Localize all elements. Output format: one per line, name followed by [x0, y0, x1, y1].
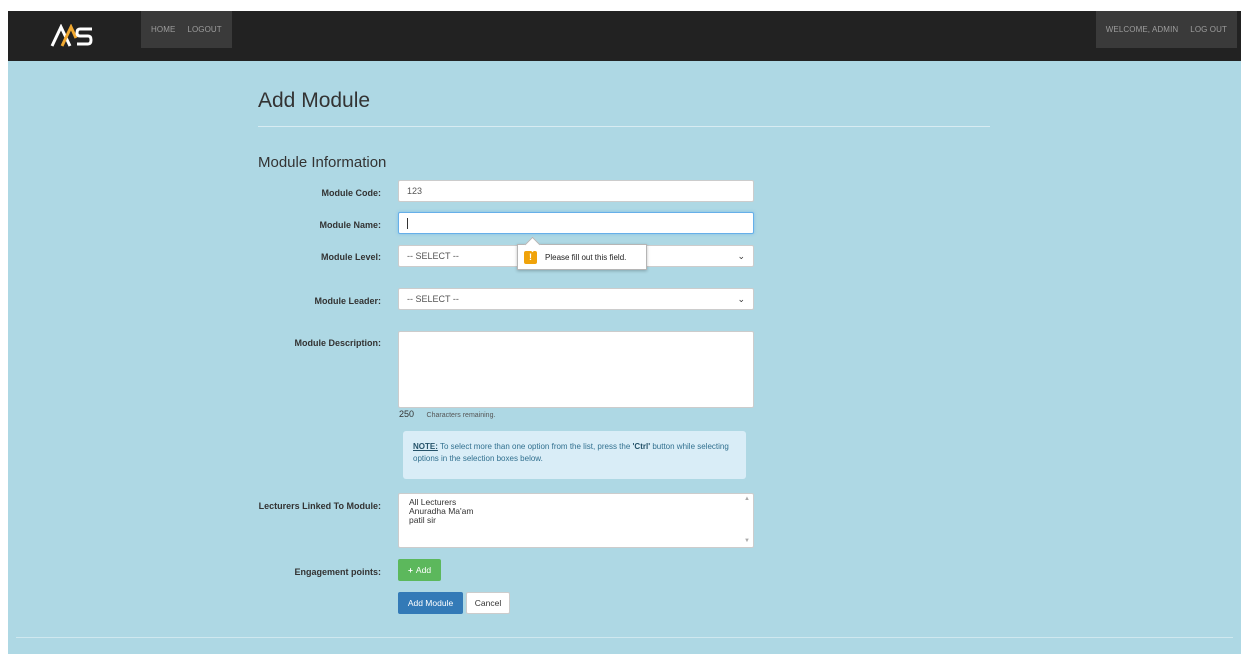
welcome-user-link[interactable]: WELCOME, ADMIN — [1100, 25, 1185, 34]
char-count-text: Characters remaining. — [426, 412, 496, 419]
module-code-label: Module Code: — [321, 188, 382, 198]
chevron-down-icon: ⌄ — [737, 293, 745, 304]
section-title: Module Information — [258, 154, 387, 171]
warning-icon: ! — [524, 250, 537, 264]
module-name-label: Module Name: — [319, 220, 381, 230]
add-module-label: Add Module — [407, 598, 454, 608]
engagement-label: Engagement points: — [294, 567, 381, 577]
module-level-selected: -- SELECT -- — [407, 251, 459, 261]
scroll-down-arrow-icon[interactable]: ▼ — [744, 537, 750, 546]
divider — [258, 126, 990, 127]
note-label: NOTE: — [413, 442, 438, 451]
footer-divider — [16, 637, 1233, 638]
module-level-label: Module Level: — [320, 252, 381, 262]
module-code-value: 123 — [407, 186, 423, 196]
module-leader-label: Module Leader: — [314, 296, 381, 306]
logo — [50, 24, 93, 47]
module-description-label: Module Description: — [294, 338, 381, 348]
note-text-before: To select more than one option from the … — [437, 442, 633, 451]
module-description-textarea[interactable] — [398, 331, 754, 408]
lecturers-label: Lecturers Linked To Module: — [258, 501, 381, 511]
lecturer-option[interactable]: patil sir — [409, 516, 436, 525]
nav-log-out-link[interactable]: LOG OUT — [1184, 25, 1233, 34]
char-counter: 250 Characters remaining. — [399, 409, 495, 419]
nav-left: HOME LOGOUT — [141, 11, 232, 48]
cancel-label: Cancel — [474, 598, 502, 608]
module-leader-selected: -- SELECT -- — [407, 294, 459, 304]
navbar: HOME LOGOUT WELCOME, ADMIN LOG OUT — [8, 11, 1241, 61]
cancel-button[interactable]: Cancel — [466, 592, 510, 614]
nav-logout-link[interactable]: LOGOUT — [181, 25, 227, 34]
validation-message: Please fill out this field. — [545, 252, 627, 262]
plus-icon: + — [407, 565, 413, 575]
page-title: Add Module — [258, 89, 371, 112]
scroll-up-arrow-icon[interactable]: ▲ — [744, 495, 750, 504]
page-body: HOME LOGOUT WELCOME, ADMIN LOG OUT Add M… — [8, 11, 1241, 654]
nav-right: WELCOME, ADMIN LOG OUT — [1095, 11, 1237, 48]
nav-home-link[interactable]: HOME — [145, 25, 181, 34]
add-engagement-label: Add — [415, 565, 432, 575]
validation-tooltip: ! Please fill out this field. — [517, 244, 647, 270]
chevron-down-icon: ⌄ — [737, 250, 745, 261]
module-leader-select[interactable]: -- SELECT -- ⌄ — [398, 288, 754, 310]
module-name-input[interactable] — [398, 212, 754, 234]
char-count: 250 — [399, 409, 415, 419]
module-code-input[interactable]: 123 — [398, 180, 754, 202]
note-alert: NOTE: To select more than one option fro… — [403, 431, 746, 479]
lecturers-multiselect[interactable]: All Lecturers Anuradha Ma'am patil sir ▲… — [398, 493, 754, 548]
add-engagement-button[interactable]: + Add — [398, 559, 441, 581]
add-module-button[interactable]: Add Module — [398, 592, 463, 614]
text-cursor — [407, 217, 408, 229]
note-ctrl: 'Ctrl' — [632, 442, 651, 451]
